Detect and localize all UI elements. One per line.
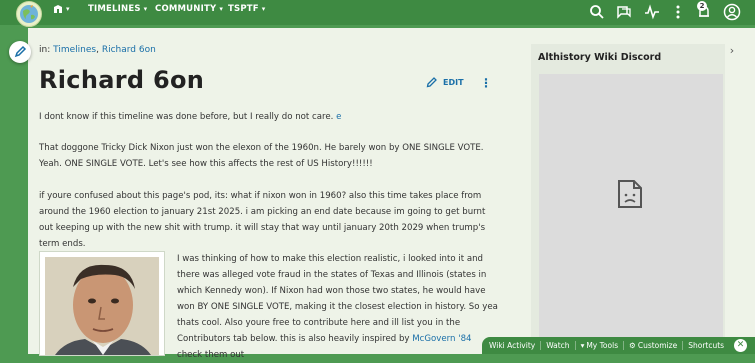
globe-logo-icon (20, 5, 38, 23)
nixon-portrait-frame[interactable] (39, 251, 165, 356)
chevron-down-icon: ▾ (261, 5, 266, 13)
caret-down-icon: ▾ (580, 341, 585, 350)
discussions-icon[interactable] (616, 4, 632, 20)
breadcrumb: in: Timelines, Richard 6on (39, 45, 156, 55)
nav-community-label: COMMUNITY (155, 4, 217, 14)
notification-count-badge: 2 (697, 1, 707, 11)
discord-sidebar: Althistory Wiki Discord (531, 44, 725, 354)
nav-timelines[interactable]: TIMELINES ▾ (88, 4, 147, 14)
chevron-down-icon: ▾ (143, 5, 148, 13)
bottom-toolbar: Wiki Activity Watch ▾ My Tools ⚙ Customize… (482, 337, 755, 354)
sidebar-title: Althistory Wiki Discord (538, 52, 662, 63)
chevron-down-icon: ▾ (66, 5, 70, 13)
wiki-home-icon (54, 5, 62, 13)
breadcrumb-link-richard-6on[interactable]: Richard 6on (102, 45, 156, 55)
intro-link[interactable]: e (336, 112, 341, 122)
chevron-down-icon: ▾ (219, 5, 224, 13)
wiki-logo[interactable] (16, 1, 42, 27)
breadcrumb-link-timelines[interactable]: Timelines (53, 45, 96, 55)
toolbar-customize-label: Customize (637, 341, 678, 350)
nixon-portrait-image (45, 257, 159, 355)
paragraph-realism: I was thinking of how to make this elect… (177, 251, 499, 363)
page-actions-kebab-icon[interactable]: ⋮ (480, 77, 492, 89)
edit-button-label: EDIT (443, 77, 464, 87)
discord-widget-frame[interactable] (539, 74, 723, 354)
more-options-icon[interactable] (670, 4, 686, 20)
edit-button[interactable]: EDIT (426, 76, 464, 88)
nav-tsptf-label: TSPTF (228, 4, 259, 14)
edit-pencil-button[interactable] (9, 41, 31, 63)
nav-community[interactable]: COMMUNITY ▾ (155, 4, 223, 14)
toolbar-shortcuts[interactable]: Shortcuts (683, 341, 729, 350)
user-avatar-icon[interactable] (723, 3, 741, 21)
breadcrumb-prefix: in: (39, 45, 51, 55)
breadcrumb-separator: , (96, 45, 99, 55)
collapse-sidebar-chevron-icon[interactable]: › (725, 44, 739, 60)
toolbar-customize[interactable]: ⚙ Customize (624, 341, 684, 350)
paragraph-intro-text: I dont know if this timeline was done be… (39, 112, 337, 122)
paragraph-vote: That doggone Tricky Dick Nixon just won … (39, 143, 484, 169)
nav-home-menu[interactable]: ▾ (53, 4, 70, 14)
paragraph-realism-tail: check them out (177, 350, 245, 360)
page-title: Richard 6on (39, 66, 205, 94)
toolbar-watch[interactable]: Watch (541, 341, 576, 350)
toolbar-shortcuts-label: Shortcuts (688, 341, 725, 350)
paragraph-pod: if youre confused about this page's pod,… (39, 191, 486, 249)
pencil-icon (14, 45, 27, 58)
gear-icon: ⚙ (629, 341, 636, 350)
toolbar-wiki-activity[interactable]: Wiki Activity (482, 341, 542, 350)
pencil-icon (426, 77, 437, 88)
paragraph-intro: I dont know if this timeline was done be… (39, 109, 499, 125)
toolbar-watch-label: Watch (546, 341, 570, 350)
search-icon[interactable] (589, 4, 605, 20)
broken-document-icon (618, 180, 642, 208)
toolbar-my-tools[interactable]: ▾ My Tools (576, 341, 625, 350)
nav-timelines-label: TIMELINES (88, 4, 141, 14)
paragraph-realism-text: I was thinking of how to make this elect… (177, 254, 498, 344)
close-toolbar-icon[interactable]: ✕ (734, 339, 747, 352)
toolbar-wiki-activity-label: Wiki Activity (489, 341, 536, 350)
nav-tsptf[interactable]: TSPTF ▾ (228, 4, 265, 14)
mcgovern-84-link[interactable]: McGovern '84 (412, 334, 471, 344)
toolbar-my-tools-label: My Tools (586, 341, 619, 350)
activity-icon[interactable] (644, 4, 660, 20)
